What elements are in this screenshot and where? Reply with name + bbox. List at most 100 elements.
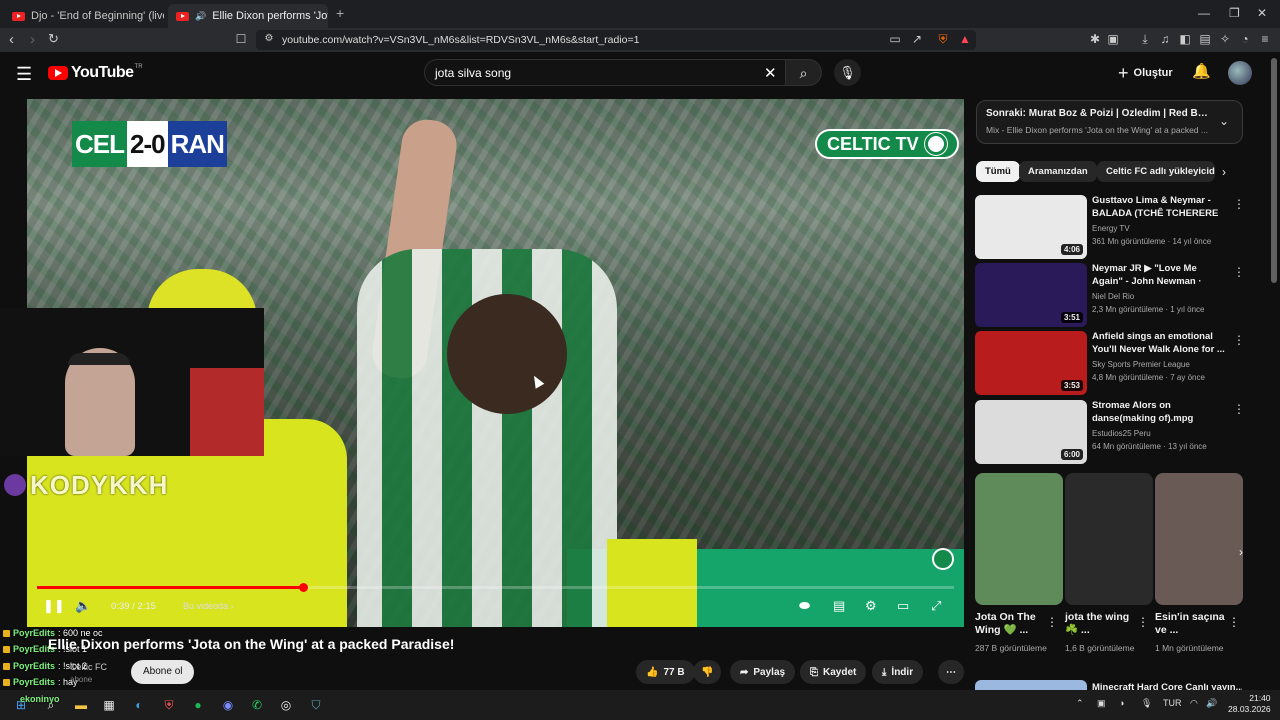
video-card[interactable]: 4:06 Gusttavo Lima & Neymar - BALADA (TC… — [975, 195, 1245, 259]
site-info-icon[interactable]: ⚙ — [262, 32, 276, 46]
channel-name[interactable]: Energy TV — [1092, 224, 1130, 233]
subtitles-icon[interactable]: ▤ — [833, 598, 845, 614]
video-card[interactable]: 3:51 Neymar JR ▶ "Love Me Again" - John … — [975, 263, 1245, 327]
page-scrollbar[interactable] — [1271, 58, 1277, 283]
short-title[interactable]: jota the wing ☘️ ... — [1065, 611, 1135, 637]
back-icon[interactable]: ‹ — [9, 31, 14, 48]
pause-icon[interactable]: ❚❚ — [43, 598, 65, 614]
reload-icon[interactable]: ↻ — [48, 31, 59, 47]
channel-name[interactable]: Estudios25 Peru — [1092, 429, 1151, 438]
channel-name[interactable]: Sky Sports Premier League — [1092, 360, 1190, 369]
vpn-app-icon[interactable]: ⛉ — [307, 696, 325, 714]
input-language[interactable]: TUR — [1163, 698, 1182, 708]
menu-icon[interactable]: ≡ — [1258, 32, 1272, 46]
miniplayer-icon[interactable]: ▭ — [897, 598, 909, 614]
volume-tray-icon[interactable]: 🔊 — [1206, 698, 1217, 709]
short-menu-icon[interactable]: ⋮ — [1228, 615, 1240, 629]
download-button[interactable]: ⤓ İndir — [872, 660, 924, 684]
speaker-icon[interactable]: 🔊 — [195, 11, 206, 22]
short-thumbnail[interactable] — [975, 473, 1063, 605]
dislike-button[interactable]: 👎 — [693, 660, 722, 684]
wallet-icon[interactable]: ▤ — [1198, 32, 1212, 46]
steam-icon[interactable]: ◎ — [277, 696, 295, 714]
settings-gear-icon[interactable]: ⚙ — [865, 598, 877, 614]
search-input[interactable]: jota silva song — [424, 59, 786, 86]
volume-icon[interactable]: 🔈 — [75, 598, 91, 614]
wifi-icon[interactable]: ◠ — [1190, 698, 1198, 709]
chevron-right-icon[interactable]: › — [1222, 165, 1226, 179]
short-menu-icon[interactable]: ⋮ — [1137, 615, 1149, 629]
sidebar-icon[interactable]: ◧ — [1178, 32, 1192, 46]
tray-mic-icon[interactable]: 🎙 — [1141, 698, 1152, 709]
fullscreen-icon[interactable]: ⤢ — [931, 598, 941, 614]
extensions-icon[interactable]: ✱ — [1088, 32, 1102, 46]
more-options-icon[interactable]: ⋮ — [1233, 197, 1245, 211]
notifications-bell-icon[interactable]: 🔔 — [1192, 62, 1211, 80]
short-thumbnail[interactable] — [1065, 473, 1153, 605]
tray-overflow-icon[interactable]: ⌃ — [1076, 698, 1084, 709]
bookmark-icon[interactable]: ☐ — [234, 32, 248, 46]
account-avatar[interactable] — [1228, 61, 1252, 85]
channel-name[interactable]: Celtic FC — [70, 662, 107, 672]
short-title[interactable]: Jota On The Wing 💚 ... — [975, 611, 1045, 637]
browser-tab-djo[interactable]: Djo - 'End of Beginning' (live at Lanc — [4, 4, 164, 28]
search-button[interactable]: ⌕ — [786, 59, 822, 86]
maximize-icon[interactable]: ❐ — [1229, 6, 1240, 20]
brave-icon[interactable]: ⛨ — [160, 696, 178, 714]
close-window-icon[interactable]: ✕ — [1257, 6, 1267, 20]
video-card[interactable]: 3:53 Anfield sings an emotional You'll N… — [975, 331, 1245, 395]
more-options-icon[interactable]: ⋮ — [1233, 402, 1245, 416]
forward-icon[interactable]: › — [30, 31, 35, 48]
short-menu-icon[interactable]: ⋮ — [1046, 615, 1058, 629]
system-clock[interactable]: 21:40 28.03.2026 — [1228, 693, 1271, 715]
discord-icon[interactable]: ◉ — [219, 696, 237, 714]
create-button[interactable]: + Oluştur — [1118, 61, 1173, 85]
like-button[interactable]: 👍 77 B — [636, 660, 695, 684]
short-thumbnail[interactable] — [1155, 473, 1243, 605]
vpn-icon[interactable]: ◔ — [1238, 32, 1252, 46]
up-next-panel[interactable] — [976, 100, 1243, 144]
clear-search-icon[interactable]: ✕ — [764, 64, 777, 82]
youtube-logo[interactable]: YouTube TR — [48, 64, 143, 82]
subscribe-button[interactable]: Abone ol — [131, 660, 195, 684]
hamburger-menu-icon[interactable]: ☰ — [16, 64, 32, 85]
chip-from-search[interactable]: Aramanızdan — [1019, 161, 1097, 182]
tray-app-icon[interactable]: ◑ — [1119, 698, 1124, 708]
address-bar[interactable]: youtube.com/watch?v=VSn3VL_nM6s&list=RDV… — [256, 30, 976, 50]
more-options-icon[interactable]: ⋮ — [1233, 265, 1245, 279]
channel-name[interactable]: Niel Del Rio — [1092, 292, 1134, 301]
spotify-icon[interactable]: ● — [189, 696, 207, 714]
more-options-icon[interactable]: ⋮ — [1233, 333, 1245, 347]
chevron-down-icon[interactable]: ⌄ — [1219, 114, 1229, 128]
media-icon[interactable]: ♫ — [1158, 32, 1172, 46]
edge-icon[interactable]: ◐ — [130, 696, 148, 714]
share-page-icon[interactable]: ↗ — [910, 32, 924, 46]
progress-scrubber[interactable] — [298, 583, 308, 592]
file-explorer-icon[interactable]: ▬ — [72, 696, 90, 714]
screenshot-icon[interactable]: ▣ — [1106, 32, 1120, 46]
video-card[interactable]: 6:00 Stromae Alors on danse(making of).m… — [975, 400, 1245, 464]
save-button[interactable]: ⎘ Kaydet — [800, 660, 867, 684]
tray-app-icon[interactable]: ▣ — [1097, 698, 1106, 709]
chapter-button[interactable]: Bu videoda › — [183, 601, 234, 611]
share-button[interactable]: ➦ Paylaş — [730, 660, 796, 684]
short-title[interactable]: Esin'in saçına ve ... — [1155, 611, 1225, 637]
minimize-icon[interactable]: — — [1198, 6, 1210, 20]
rewards-icon[interactable]: ▲ — [958, 32, 972, 46]
chip-all[interactable]: Tümü — [976, 161, 1020, 182]
shorts-next-icon[interactable]: › — [1232, 540, 1250, 564]
new-tab-button[interactable]: + — [336, 5, 344, 21]
autoplay-toggle-icon[interactable]: ⬬ — [799, 598, 810, 614]
search-icon: ⌕ — [799, 65, 808, 81]
progress-bar[interactable] — [37, 583, 954, 592]
leo-icon[interactable]: ✧ — [1218, 32, 1232, 46]
store-icon[interactable]: ▦ — [100, 696, 118, 714]
cast-icon[interactable]: ▭ — [888, 32, 902, 46]
browser-tab-ellie-dixon[interactable]: 🔊 Ellie Dixon performs 'Jota ✕ — [168, 4, 328, 28]
brave-shield-icon[interactable]: ⛨ — [936, 32, 950, 46]
more-actions-button[interactable]: ⋯ — [938, 660, 964, 684]
whatsapp-icon[interactable]: ✆ — [248, 696, 266, 714]
voice-search-button[interactable]: 🎙 — [834, 59, 861, 86]
download-icon[interactable]: ⤓ — [1138, 32, 1152, 46]
chip-from-uploader[interactable]: Celtic FC adlı yükleyicid — [1097, 161, 1215, 182]
